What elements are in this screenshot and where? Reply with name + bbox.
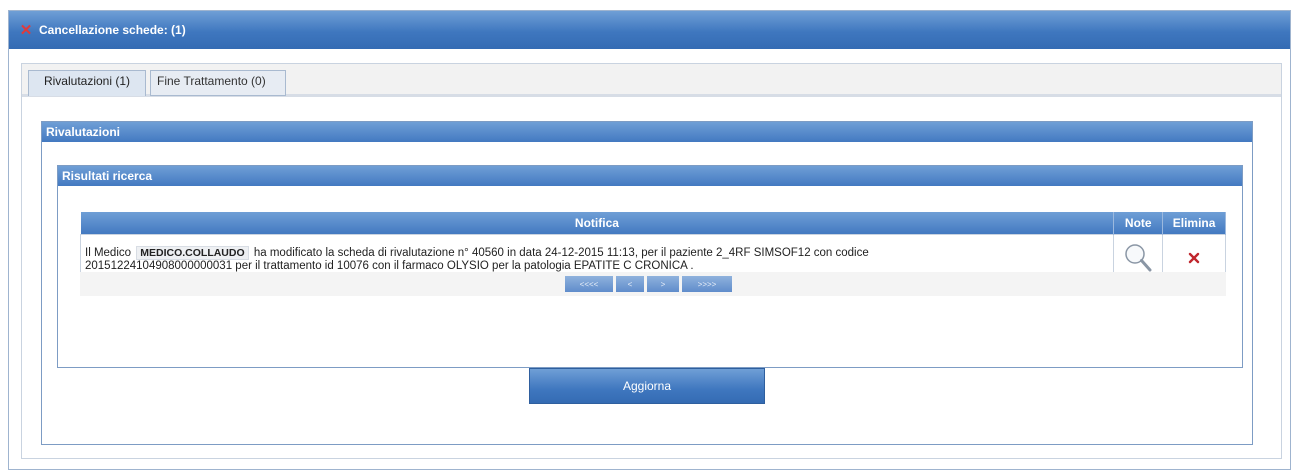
rivalutazioni-panel-title: Rivalutazioni (42, 122, 1252, 142)
pager-prev-button[interactable]: < (616, 276, 644, 292)
results-panel: Risultati ricerca Notifica Note Elimina (57, 165, 1243, 368)
tab-rivalutazioni[interactable]: Rivalutazioni (1) (28, 70, 146, 96)
tab-bar: Rivalutazioni (1) Fine Trattamento (0) (22, 64, 1281, 97)
notification-text-line1: ha modificato la scheda di rivalutazione… (253, 247, 869, 259)
tab-fine-trattamento[interactable]: Fine Trattamento (0) (150, 70, 286, 96)
notification-text-line2: 20151224104908000000031 per il trattamen… (85, 260, 694, 272)
rivalutazioni-panel: Rivalutazioni Risultati ricerca Notifica… (41, 121, 1253, 445)
window-title: Cancellazione schede: (1) (39, 23, 186, 37)
table-header-row: Notifica Note Elimina (80, 212, 1226, 235)
close-icon[interactable]: ✕ (19, 22, 33, 39)
column-header-note: Note (1113, 212, 1164, 235)
pager-last-button[interactable]: >>>> (682, 276, 732, 292)
tab-content: Rivalutazioni Risultati ricerca Notifica… (22, 97, 1281, 458)
window-titlebar: ✕ Cancellazione schede: (1) (9, 11, 1290, 49)
column-header-notifica: Notifica (80, 212, 1115, 235)
column-header-elimina: Elimina (1162, 212, 1226, 235)
medico-username: MEDICO.COLLAUDO (136, 246, 249, 260)
delete-x-icon[interactable] (1188, 252, 1200, 267)
pagination-bar: <<<< < > >>>> (80, 272, 1226, 296)
window: ✕ Cancellazione schede: (1) Rivalutazion… (8, 10, 1291, 470)
aggiorna-button[interactable]: Aggiorna (529, 368, 765, 404)
results-panel-title: Risultati ricerca (58, 166, 1242, 186)
pager-next-button[interactable]: > (647, 276, 679, 292)
tab-container: Rivalutazioni (1) Fine Trattamento (0) R… (21, 63, 1282, 459)
magnifier-icon[interactable] (1124, 243, 1152, 276)
pager-first-button[interactable]: <<<< (565, 276, 613, 292)
notification-prefix: Il Medico (85, 247, 132, 259)
